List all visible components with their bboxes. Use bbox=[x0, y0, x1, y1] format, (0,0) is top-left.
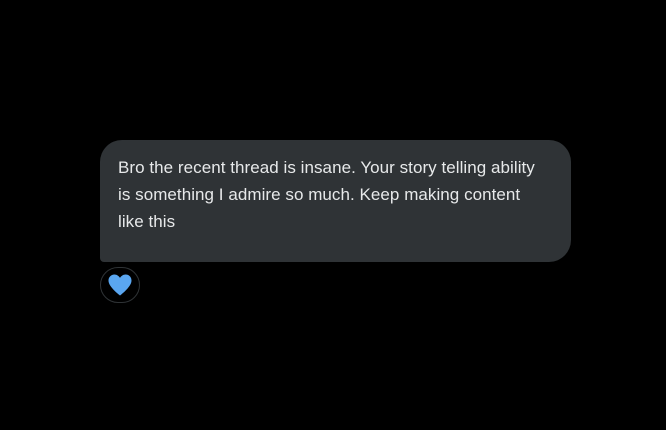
received-message-bubble[interactable]: Bro the recent thread is insane. Your st… bbox=[100, 140, 571, 262]
message-text: Bro the recent thread is insane. Your st… bbox=[118, 158, 535, 231]
blue-heart-icon bbox=[107, 273, 133, 297]
message-reaction[interactable] bbox=[100, 267, 140, 303]
dm-conversation: Bro the recent thread is insane. Your st… bbox=[0, 0, 666, 430]
